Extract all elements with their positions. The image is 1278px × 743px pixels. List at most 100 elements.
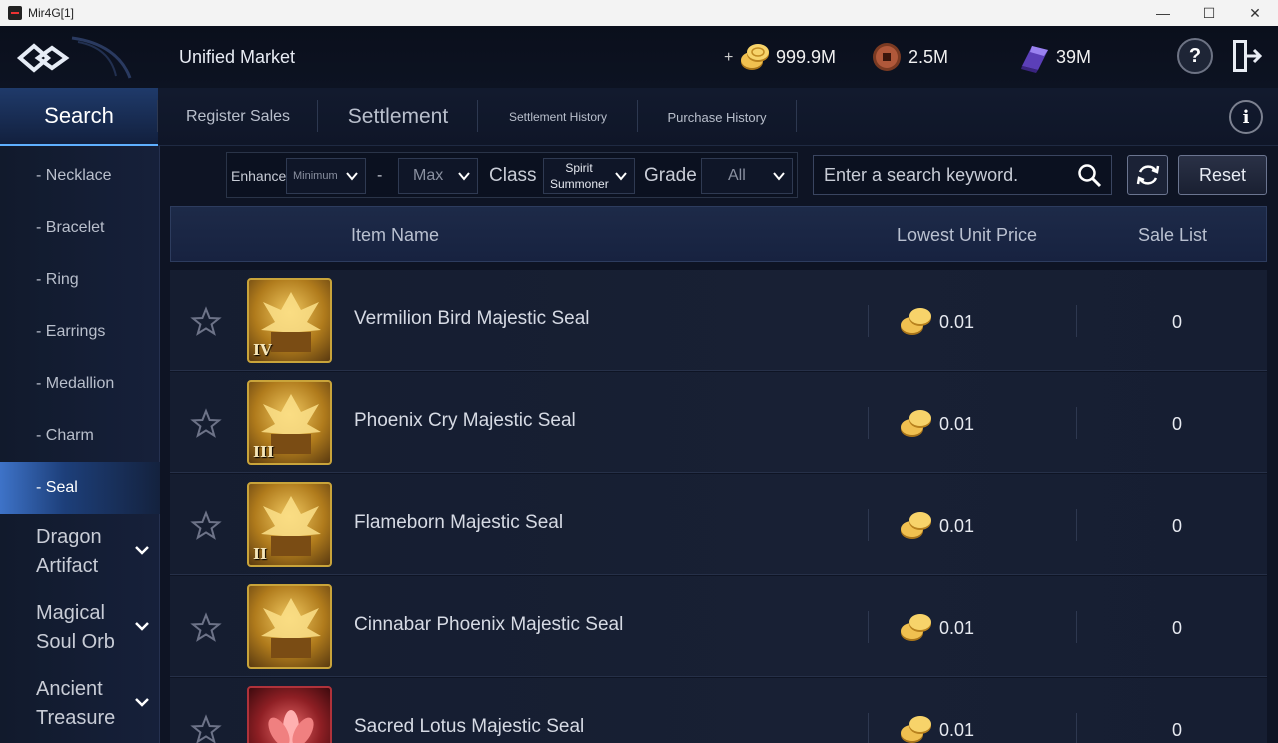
sidebar-group-label-line2: Soul Orb [36, 631, 115, 653]
sidebar-group-dragon-artifact[interactable]: Dragon Artifact [0, 514, 160, 590]
sidebar-item-seal[interactable]: - Seal [0, 462, 160, 514]
favorite-star-icon[interactable] [190, 306, 222, 338]
chevron-down-icon [346, 172, 358, 181]
item-name: Sacred Lotus Majestic Seal [354, 716, 585, 737]
item-name: Phoenix Cry Majestic Seal [354, 410, 576, 431]
item-name: Cinnabar Phoenix Majestic Seal [354, 614, 624, 635]
sale-list-count: 0 [1171, 414, 1182, 434]
favorite-star-icon[interactable] [190, 408, 222, 440]
search-input[interactable] [814, 164, 1064, 186]
gold-coin-icon [901, 716, 931, 743]
table-row[interactable]: Sacred Lotus Majestic Seal 0.01 0 [170, 678, 1267, 743]
chevron-down-icon [135, 546, 149, 555]
sale-list-count: 0 [1171, 618, 1182, 638]
gold-coin-icon [901, 512, 931, 539]
lotus-emblem-icon [268, 710, 314, 743]
sidebar-item-medallion[interactable]: - Medallion [0, 358, 160, 410]
gold-coin-icon [901, 614, 931, 641]
table-row[interactable]: II Flameborn Majestic Seal 0.01 0 [170, 474, 1267, 575]
window-controls: — ☐ ✕ [1140, 0, 1278, 26]
darksteel-currency: 39M [1018, 40, 1091, 74]
page-title: Unified Market [179, 47, 296, 67]
class-select[interactable]: Spirit Summoner [543, 158, 635, 194]
sidebar-group-label-line2: Treasure [36, 707, 116, 729]
range-dash: - [377, 167, 383, 184]
chevron-down-icon [135, 622, 149, 631]
enhance-max-select[interactable]: Max [398, 158, 478, 194]
category-sidebar: - Necklace - Bracelet - Ring - Earrings … [0, 146, 160, 743]
table-row[interactable]: III Phoenix Cry Majestic Seal 0.01 0 [170, 372, 1267, 473]
copper-currency: 2.5M [870, 40, 948, 74]
close-button[interactable]: ✕ [1232, 0, 1278, 26]
darksteel-icon [1021, 46, 1048, 73]
tab-settlement[interactable]: Settlement [318, 88, 478, 146]
enhance-min-value: Minimum [293, 170, 338, 182]
sidebar-item-charm[interactable]: - Charm [0, 410, 160, 462]
game-logo-icon [16, 36, 132, 79]
sidebar-group-ancient-treasure[interactable]: Ancient Treasure [0, 666, 160, 742]
tab-purchase-history[interactable]: Purchase History [638, 88, 796, 146]
tab-settlement-history[interactable]: Settlement History [478, 88, 638, 146]
column-sale-list[interactable]: Sale List [1138, 207, 1207, 263]
column-divider [1076, 611, 1077, 643]
tab-register-sales[interactable]: Register Sales [158, 88, 318, 146]
exit-button[interactable] [1228, 38, 1264, 74]
lotus-seal-icon [247, 686, 332, 743]
lowest-unit-price: 0.01 [939, 414, 975, 434]
market-header: Unified Market + 999.9M 2.5M 39M ? [0, 26, 1278, 88]
column-divider [868, 305, 869, 337]
sidebar-item-earrings[interactable]: - Earrings [0, 306, 160, 358]
darksteel-amount: 39M [1056, 46, 1092, 67]
column-divider [1076, 305, 1077, 337]
sidebar-group-label-line1: Dragon [36, 526, 102, 548]
sidebar-item-ring[interactable]: - Ring [0, 254, 160, 306]
copper-coin-icon [873, 43, 901, 71]
item-name: Flameborn Majestic Seal [354, 512, 564, 533]
chevron-down-icon [135, 698, 149, 707]
table-header: Item Name Lowest Unit Price Sale List [170, 206, 1267, 262]
sidebar-item-necklace[interactable]: - Necklace [0, 150, 160, 202]
enhance-min-select[interactable]: Minimum [286, 158, 366, 194]
class-value-line1: Spirit [565, 161, 593, 175]
favorite-star-icon[interactable] [190, 714, 222, 743]
sale-list-count: 0 [1171, 516, 1182, 536]
phoenix-emblem-icon [261, 598, 321, 658]
phoenix-seal-icon [247, 584, 332, 669]
class-value-line2: Summoner [550, 177, 609, 191]
grade-select[interactable]: All [701, 158, 793, 194]
column-item-name: Item Name [351, 224, 440, 245]
tier-badge: II [253, 545, 268, 563]
info-button[interactable]: i [1229, 100, 1263, 134]
column-divider [868, 407, 869, 439]
sale-list-count: 0 [1171, 720, 1182, 740]
column-lowest-unit-price[interactable]: Lowest Unit Price [897, 207, 1037, 263]
favorite-star-icon[interactable] [190, 510, 222, 542]
maximize-button[interactable]: ☐ [1186, 0, 1232, 26]
chevron-down-icon [458, 172, 470, 181]
add-gold-button[interactable]: + [724, 50, 733, 66]
grade-label: Grade [644, 165, 697, 186]
sidebar-group-magical-soul-orb[interactable]: Magical Soul Orb [0, 590, 160, 666]
search-icon[interactable] [1077, 163, 1103, 189]
phoenix-seal-icon: IV [247, 278, 332, 363]
table-row[interactable]: Cinnabar Phoenix Majestic Seal 0.01 0 [170, 576, 1267, 677]
help-button[interactable]: ? [1177, 38, 1213, 74]
gold-coin-icon [901, 410, 931, 437]
market-tabs: Search Register Sales Settlement Settlem… [0, 88, 1278, 146]
item-list: IV Vermilion Bird Majestic Seal 0.01 0 I… [170, 270, 1267, 743]
phoenix-seal-icon: II [247, 482, 332, 567]
tab-search[interactable]: Search [0, 88, 158, 146]
column-divider [1076, 713, 1077, 743]
favorite-star-icon[interactable] [190, 612, 222, 644]
reset-button[interactable]: Reset [1178, 155, 1267, 195]
class-label: Class [489, 165, 537, 186]
window-titlebar: Mir4G[1] — ☐ ✕ [0, 0, 1278, 26]
minimize-button[interactable]: — [1140, 0, 1186, 26]
refresh-button[interactable] [1127, 155, 1168, 195]
gold-amount: 999.9M [776, 46, 837, 67]
chevron-down-icon [773, 172, 785, 181]
sidebar-item-bracelet[interactable]: - Bracelet [0, 202, 160, 254]
enhance-label: Enhance [231, 168, 287, 184]
chevron-down-icon [615, 172, 627, 181]
table-row[interactable]: IV Vermilion Bird Majestic Seal 0.01 0 [170, 270, 1267, 371]
